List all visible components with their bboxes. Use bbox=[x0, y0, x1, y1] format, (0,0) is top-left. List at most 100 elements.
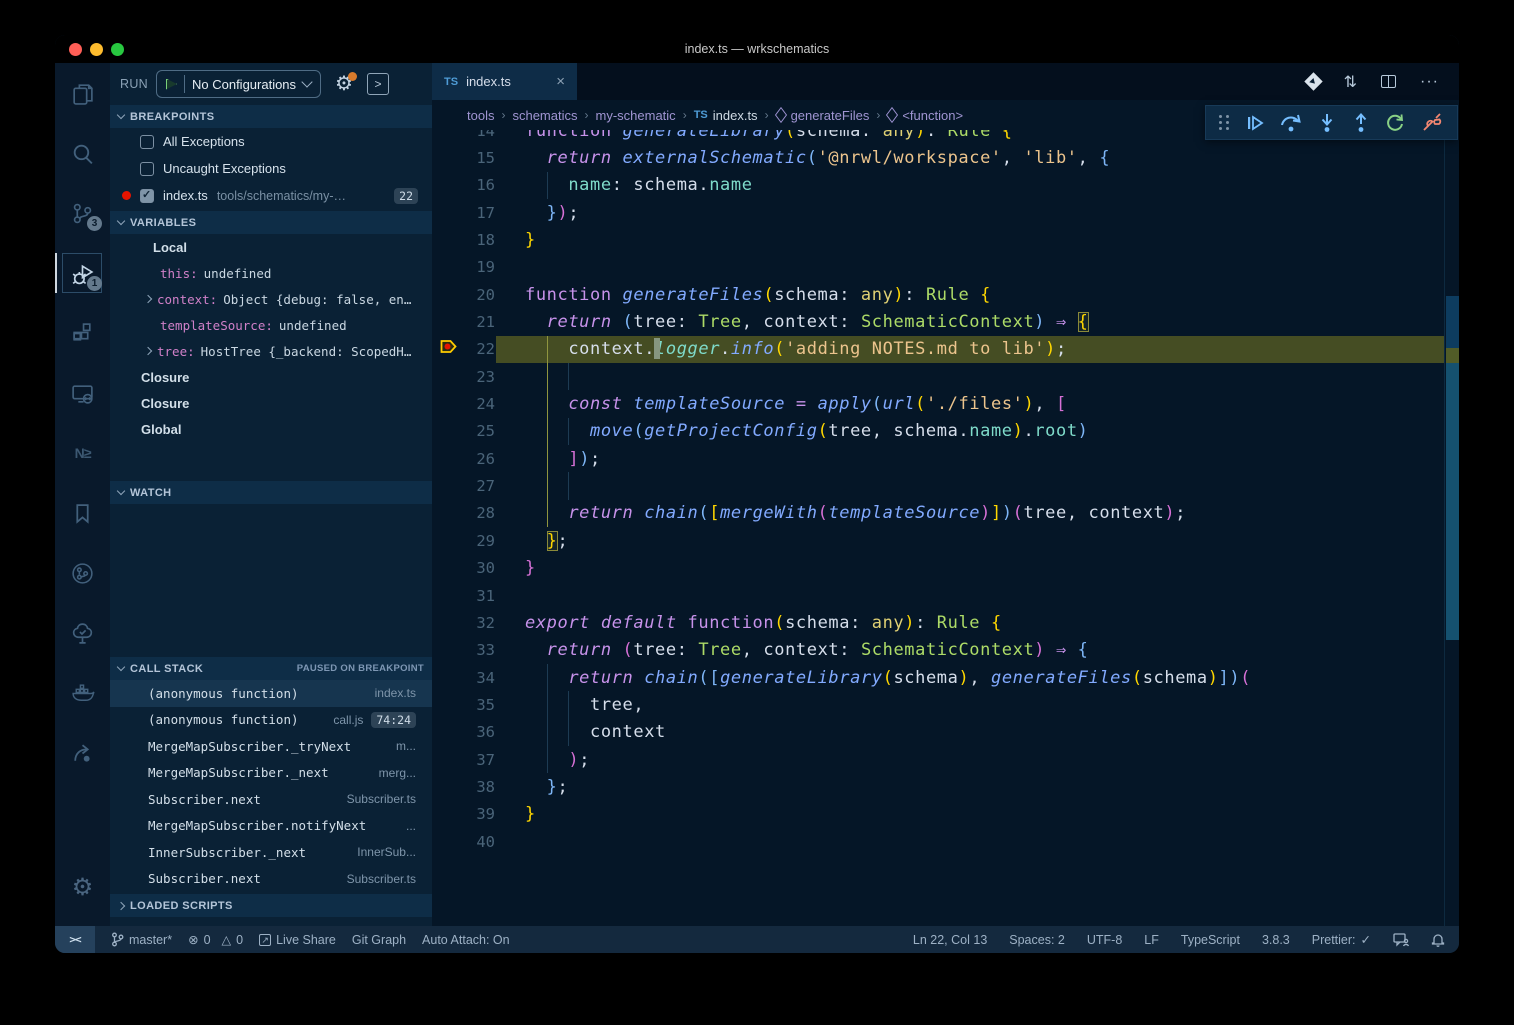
editor-gutter[interactable]: 22 bbox=[432, 336, 525, 363]
variable-row[interactable]: context:Object {debug: false, en… bbox=[110, 286, 432, 312]
drag-handle-icon[interactable] bbox=[1219, 115, 1230, 130]
breakpoints-section-header[interactable]: BREAKPOINTS bbox=[110, 105, 432, 128]
breadcrumb-item[interactable]: tools bbox=[467, 108, 494, 123]
breakpoint-row[interactable]: Uncaught Exceptions bbox=[110, 155, 432, 182]
step-into-button[interactable] bbox=[1317, 112, 1337, 134]
minimize-window-button[interactable] bbox=[90, 43, 103, 56]
activity-bar-bookmarks[interactable] bbox=[55, 483, 110, 543]
feedback-item[interactable] bbox=[1393, 933, 1409, 947]
editor-gutter[interactable]: 15 bbox=[432, 144, 525, 171]
code-editor[interactable]: 14function generateLibrary(schema: any):… bbox=[432, 130, 1459, 926]
breadcrumb-item[interactable]: generateFiles bbox=[776, 108, 870, 123]
activity-bar-explorer[interactable] bbox=[55, 63, 110, 123]
indentation-item[interactable]: Spaces: 2 bbox=[1009, 933, 1065, 947]
variables-scope-closure[interactable]: Closure bbox=[110, 390, 432, 416]
breadcrumb-item[interactable]: TSindex.ts bbox=[694, 108, 758, 123]
variables-scope-closure[interactable]: Closure bbox=[110, 364, 432, 390]
call-stack-frame[interactable]: MergeMapSubscriber.notifyNext... bbox=[110, 813, 432, 840]
step-out-button[interactable] bbox=[1351, 112, 1371, 134]
auto-attach-item[interactable]: Auto Attach: On bbox=[422, 933, 510, 947]
editor-gutter[interactable]: 38 bbox=[432, 773, 525, 800]
breadcrumb-item[interactable]: <function> bbox=[887, 108, 963, 123]
call-stack-frame[interactable]: MergeMapSubscriber._nextmerg... bbox=[110, 760, 432, 787]
step-over-button[interactable] bbox=[1279, 112, 1303, 134]
editor-gutter[interactable]: 32 bbox=[432, 609, 525, 636]
editor-gutter[interactable]: 29 bbox=[432, 527, 525, 554]
call-stack-frame[interactable]: InnerSubscriber._nextInnerSub... bbox=[110, 839, 432, 866]
editor-gutter[interactable]: 26 bbox=[432, 445, 525, 472]
editor-gutter[interactable]: 28 bbox=[432, 500, 525, 527]
encoding-item[interactable]: UTF-8 bbox=[1087, 933, 1122, 947]
activity-bar-source-control[interactable]: 3 bbox=[55, 183, 110, 243]
activity-bar-nx-console[interactable]: N≥ bbox=[55, 423, 110, 483]
eol-item[interactable]: LF bbox=[1144, 933, 1159, 947]
editor-gutter[interactable]: 21 bbox=[432, 308, 525, 335]
editor-gutter[interactable]: 33 bbox=[432, 637, 525, 664]
split-editor-icon[interactable] bbox=[1381, 75, 1396, 88]
activity-bar-git-graph[interactable] bbox=[55, 543, 110, 603]
variable-row[interactable]: tree:HostTree {_backend: ScopedH… bbox=[110, 338, 432, 364]
scrollbar-decoration[interactable] bbox=[1446, 363, 1459, 640]
activity-bar-docker[interactable] bbox=[55, 663, 110, 723]
close-tab-icon[interactable]: × bbox=[556, 73, 565, 90]
variables-section-header[interactable]: VARIABLES bbox=[110, 211, 432, 234]
prettier-item[interactable]: Prettier:✓ bbox=[1312, 932, 1371, 947]
more-actions-icon[interactable]: ··· bbox=[1420, 73, 1439, 91]
close-window-button[interactable] bbox=[69, 43, 82, 56]
editor-gutter[interactable]: 30 bbox=[432, 555, 525, 582]
editor-gutter[interactable]: 34 bbox=[432, 664, 525, 691]
breakpoint-row[interactable]: All Exceptions bbox=[110, 128, 432, 155]
editor-gutter[interactable]: 27 bbox=[432, 472, 525, 499]
activity-bar-extensions[interactable] bbox=[55, 303, 110, 363]
activity-bar-remote-explorer[interactable] bbox=[55, 363, 110, 423]
breakpoint-checkbox[interactable] bbox=[140, 135, 154, 149]
editor-gutter[interactable]: 24 bbox=[432, 390, 525, 417]
problems-item[interactable]: ⊗0 △0 bbox=[188, 932, 243, 947]
open-changes-icon[interactable] bbox=[1304, 72, 1322, 90]
activity-bar-todo-tree[interactable] bbox=[55, 603, 110, 663]
debug-settings-button[interactable]: ⚙ bbox=[335, 74, 353, 94]
scrollbar-decoration[interactable] bbox=[1446, 348, 1459, 363]
debug-console-button[interactable]: > bbox=[367, 73, 389, 95]
loaded-scripts-section-header[interactable]: LOADED SCRIPTS bbox=[110, 894, 432, 917]
variables-scope-global[interactable]: Global bbox=[110, 416, 432, 442]
editor-gutter[interactable]: 19 bbox=[432, 254, 525, 281]
zoom-window-button[interactable] bbox=[111, 43, 124, 56]
activity-bar-run-debug[interactable]: 1 bbox=[55, 243, 110, 303]
call-stack-frame[interactable]: Subscriber.nextSubscriber.ts bbox=[110, 786, 432, 813]
debug-configuration-dropdown[interactable]: No Configurations bbox=[156, 70, 321, 98]
notifications-item[interactable] bbox=[1431, 932, 1445, 947]
variables-scope-local[interactable]: Local bbox=[110, 234, 432, 260]
continue-button[interactable] bbox=[1244, 112, 1266, 134]
breakpoint-checkbox[interactable] bbox=[140, 189, 154, 203]
editor-gutter[interactable]: 25 bbox=[432, 418, 525, 445]
variable-row[interactable]: templateSource:undefined bbox=[110, 312, 432, 338]
call-stack-frame[interactable]: (anonymous function)call.js74:24 bbox=[110, 707, 432, 734]
editor-gutter[interactable]: 35 bbox=[432, 691, 525, 718]
git-graph-item[interactable]: Git Graph bbox=[352, 933, 406, 947]
language-mode-item[interactable]: TypeScript bbox=[1181, 933, 1240, 947]
cursor-position-item[interactable]: Ln 22, Col 13 bbox=[913, 933, 987, 947]
breakpoint-row[interactable]: index.tstools/schematics/my-sch...22 bbox=[110, 182, 432, 209]
editor-gutter[interactable]: 18 bbox=[432, 226, 525, 253]
variable-row[interactable]: this:undefined bbox=[110, 260, 432, 286]
activity-bar-search[interactable] bbox=[55, 123, 110, 183]
editor-gutter[interactable]: 16 bbox=[432, 172, 525, 199]
disconnect-button[interactable] bbox=[1420, 112, 1444, 134]
git-branch-item[interactable]: master* bbox=[111, 932, 172, 947]
remote-indicator[interactable]: >< bbox=[55, 926, 95, 953]
call-stack-frame[interactable]: Subscriber.nextSubscriber.ts bbox=[110, 866, 432, 893]
editor-gutter[interactable]: 37 bbox=[432, 746, 525, 773]
compare-changes-icon[interactable]: ⇅ bbox=[1344, 72, 1357, 92]
editor-gutter[interactable]: 14 bbox=[432, 130, 525, 144]
editor-gutter[interactable]: 40 bbox=[432, 828, 525, 855]
editor-gutter[interactable]: 31 bbox=[432, 582, 525, 609]
restart-button[interactable] bbox=[1384, 112, 1406, 134]
call-stack-frame[interactable]: MergeMapSubscriber._tryNextm... bbox=[110, 733, 432, 760]
breakpoint-checkbox[interactable] bbox=[140, 162, 154, 176]
editor-gutter[interactable]: 17 bbox=[432, 199, 525, 226]
live-share-item[interactable]: ↗ Live Share bbox=[259, 933, 336, 947]
activity-bar-share[interactable] bbox=[55, 723, 110, 783]
tab-index-ts[interactable]: TS index.ts × bbox=[432, 63, 577, 100]
editor-gutter[interactable]: 36 bbox=[432, 719, 525, 746]
